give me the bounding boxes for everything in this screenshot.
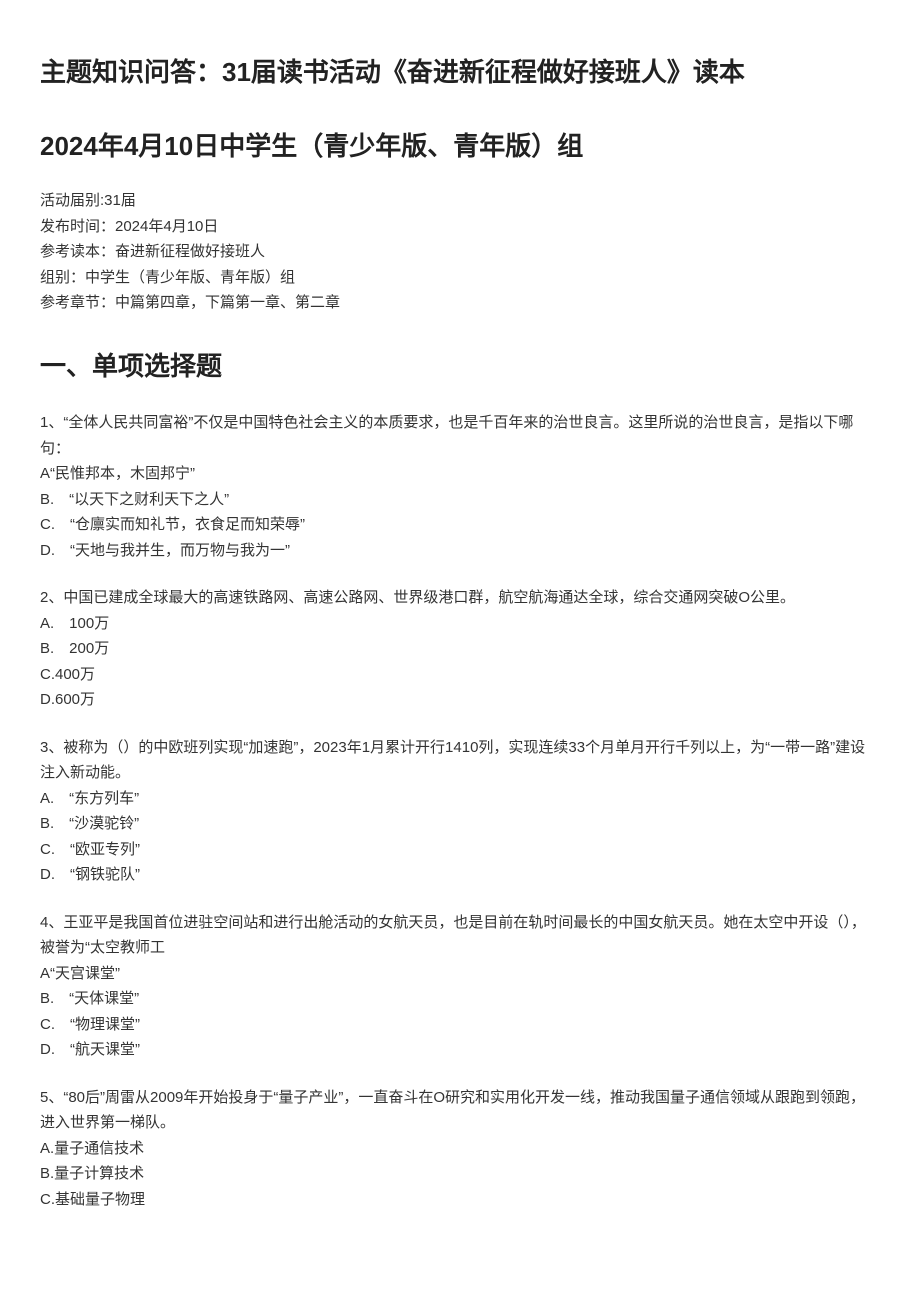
document-title-sub: 2024年4月10日中学生（青少年版、青年版）组 [40,124,880,168]
question-4-option-d: D. “航天课堂” [40,1037,880,1063]
question-4-text: 4、王亚平是我国首位进驻空间站和进行出舱活动的女航天员，也是目前在轨时间最长的中… [40,910,880,961]
question-2-option-a: A. 100万 [40,611,880,637]
question-2-option-d: D.600万 [40,687,880,713]
question-1-option-a: A“民惟邦本，木固邦宁” [40,461,880,487]
question-5-option-a: A.量子通信技术 [40,1136,880,1162]
question-3-option-a: A. “东方列车” [40,786,880,812]
question-4-option-a: A“天宫课堂” [40,961,880,987]
question-5: 5、“80后”周雷从2009年开始投身于“量子产业”，一直奋斗在O研究和实用化开… [40,1085,880,1213]
question-1-option-d: D. “天地与我并生，而万物与我为一” [40,538,880,564]
meta-reference-book: 参考读本：奋进新征程做好接班人 [40,239,880,265]
question-3: 3、被称为（）的中欧班列实现“加速跑”，2023年1月累计开行1410列，实现连… [40,735,880,888]
question-1-option-b: B. “以天下之财利天下之人” [40,487,880,513]
question-5-option-c: C.基础量子物理 [40,1187,880,1213]
section-1-heading: 一、单项选择题 [40,344,880,388]
question-2-option-b: B. 200万 [40,636,880,662]
question-1-text: 1、“全体人民共同富裕”不仅是中国特色社会主义的本质要求，也是千百年来的治世良言… [40,410,880,461]
question-3-option-b: B. “沙漠驼铃” [40,811,880,837]
meta-group: 组别：中学生（青少年版、青年版）组 [40,265,880,291]
question-5-text: 5、“80后”周雷从2009年开始投身于“量子产业”，一直奋斗在O研究和实用化开… [40,1085,880,1136]
question-2: 2、中国已建成全球最大的高速铁路网、高速公路网、世界级港口群，航空航海通达全球，… [40,585,880,713]
question-4-option-b: B. “天体课堂” [40,986,880,1012]
question-3-option-c: C. “欧亚专列” [40,837,880,863]
question-4: 4、王亚平是我国首位进驻空间站和进行出舱活动的女航天员，也是目前在轨时间最长的中… [40,910,880,1063]
question-2-option-c: C.400万 [40,662,880,688]
question-4-option-c: C. “物理课堂” [40,1012,880,1038]
meta-info-block: 活动届别:31届 发布时间：2024年4月10日 参考读本：奋进新征程做好接班人… [40,188,880,316]
meta-reference-chapter: 参考章节：中篇第四章，下篇第一章、第二章 [40,290,880,316]
meta-publish-time: 发布时间：2024年4月10日 [40,214,880,240]
question-1-option-c: C. “仓廪实而知礼节，衣食足而知荣辱” [40,512,880,538]
question-3-option-d: D. “钢铁驼队” [40,862,880,888]
document-title-main: 主题知识问答：31届读书活动《奋进新征程做好接班人》读本 [40,50,880,94]
question-3-text: 3、被称为（）的中欧班列实现“加速跑”，2023年1月累计开行1410列，实现连… [40,735,880,786]
question-2-text: 2、中国已建成全球最大的高速铁路网、高速公路网、世界级港口群，航空航海通达全球，… [40,585,880,611]
question-5-option-b: B.量子计算技术 [40,1161,880,1187]
question-1: 1、“全体人民共同富裕”不仅是中国特色社会主义的本质要求，也是千百年来的治世良言… [40,410,880,563]
meta-session: 活动届别:31届 [40,188,880,214]
